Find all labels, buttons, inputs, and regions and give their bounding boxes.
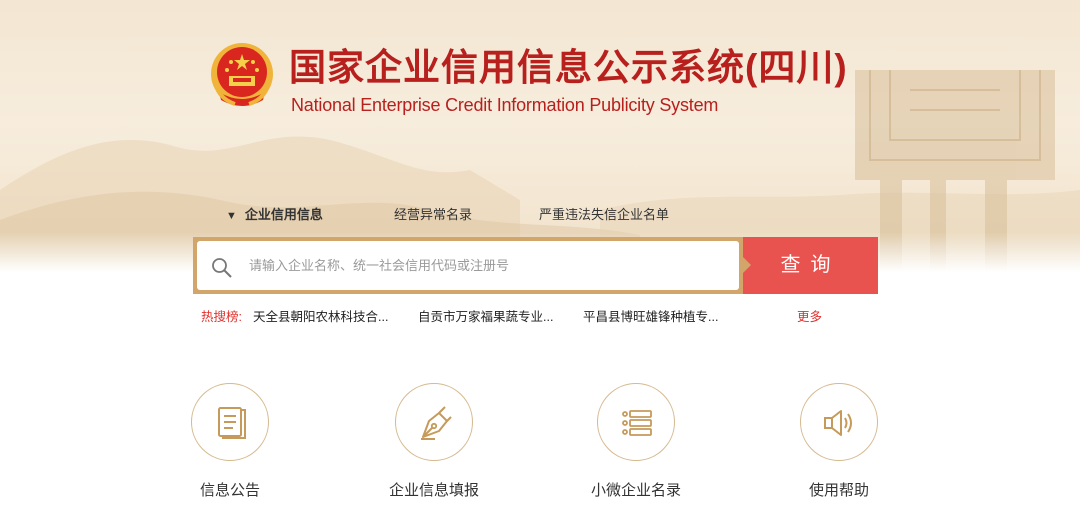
hot-search-item[interactable]: 平昌县博旺雄锋种植专... [583, 306, 718, 325]
hot-search-more-link[interactable]: 更多 [797, 306, 822, 325]
feature-label: 小微企业名录 [590, 482, 681, 499]
hot-search-item[interactable]: 天全县朝阳农林科技合... [253, 306, 388, 325]
pen-icon [421, 406, 452, 440]
feature-enterprise-report[interactable]: 企业信息填报 [364, 383, 504, 500]
speaker-icon [824, 410, 852, 436]
national-emblem-icon [211, 43, 273, 106]
search-icon [212, 258, 232, 278]
list-icon [622, 410, 652, 436]
feature-small-business-list[interactable]: 小微企业名录 [566, 383, 706, 500]
feature-label: 使用帮助 [808, 482, 869, 499]
search-input[interactable] [249, 241, 719, 290]
search-button[interactable]: 查询 [743, 237, 878, 294]
system-title-en: National Enterprise Credit Information P… [291, 95, 719, 115]
feature-help[interactable]: 使用帮助 [769, 383, 909, 500]
feature-label: 信息公告 [199, 482, 260, 499]
feature-circle [191, 383, 269, 461]
document-icon [218, 407, 246, 439]
hot-search-label: 热搜榜: [201, 310, 242, 324]
caret-down-icon: ▼ [226, 210, 237, 222]
feature-circle [395, 383, 473, 461]
system-title: 国家企业信用信息公示系统(四川) [289, 47, 848, 88]
search-inner [197, 241, 739, 290]
feature-circle [800, 383, 878, 461]
hot-search-item[interactable]: 自贡市万家福果蔬专业... [418, 306, 553, 325]
tab-abnormal-operations[interactable]: 经营异常名录 [394, 204, 472, 223]
feature-label: 企业信息填报 [388, 482, 479, 499]
search-box [193, 237, 743, 294]
region-name: (四川) [745, 47, 848, 88]
search-button-notch [743, 257, 751, 273]
feature-info-announcement[interactable]: 信息公告 [160, 383, 300, 500]
feature-circle [597, 383, 675, 461]
tab-enterprise-credit[interactable]: ▼ 企业信用信息 [226, 204, 323, 223]
tab-serious-violations[interactable]: 严重违法失信企业名单 [539, 204, 669, 223]
header-banner [0, 0, 1080, 272]
